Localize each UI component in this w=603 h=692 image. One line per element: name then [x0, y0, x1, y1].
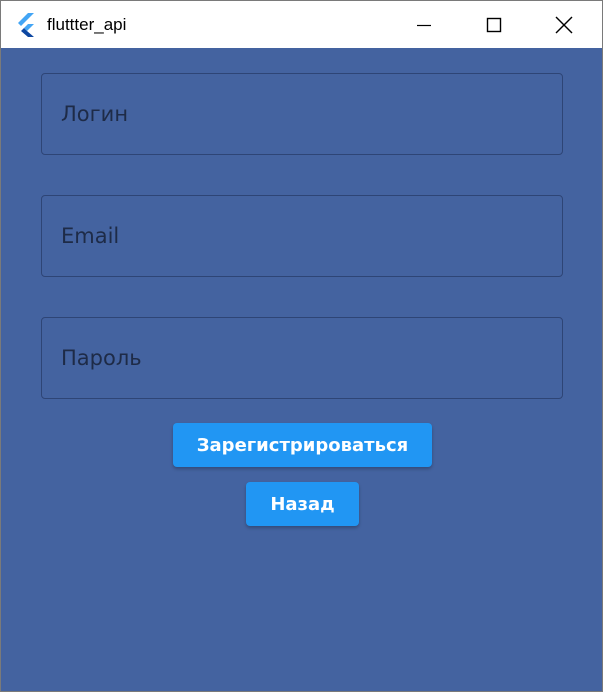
minimize-icon: [417, 24, 431, 26]
password-input[interactable]: [42, 318, 562, 398]
login-field[interactable]: [41, 73, 563, 155]
window-title: fluttter_api: [47, 15, 127, 34]
title-bar[interactable]: fluttter_api: [1, 1, 602, 48]
maximize-icon: [486, 17, 502, 32]
login-input[interactable]: [42, 74, 562, 154]
register-button[interactable]: Зарегистрироваться: [173, 423, 432, 467]
registration-form: Зарегистрироваться Назад: [1, 48, 602, 691]
back-button[interactable]: Назад: [246, 482, 359, 526]
flutter-logo-icon: [18, 13, 34, 37]
app-window: fluttter_api Зарегистрироват: [0, 0, 603, 692]
close-icon: [555, 16, 573, 33]
close-button[interactable]: [541, 1, 587, 48]
email-field[interactable]: [41, 195, 563, 277]
email-input[interactable]: [42, 196, 562, 276]
maximize-button[interactable]: [471, 1, 517, 48]
minimize-button[interactable]: [401, 1, 447, 48]
password-field[interactable]: [41, 317, 563, 399]
